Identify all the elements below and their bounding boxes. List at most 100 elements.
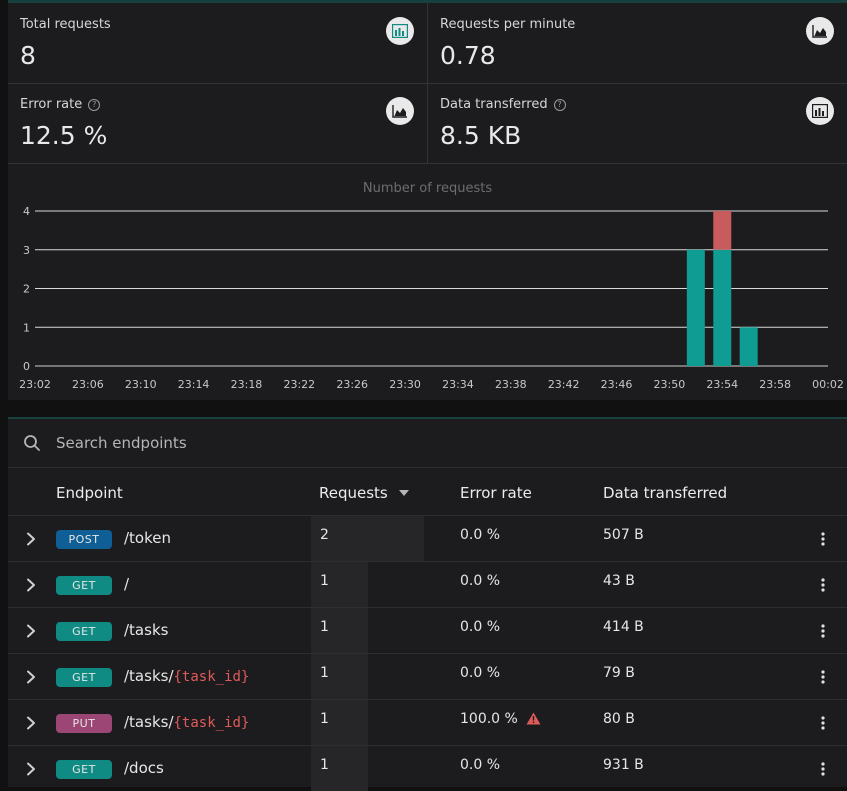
method-badge: GET xyxy=(56,622,112,641)
area-chart-icon[interactable] xyxy=(806,17,834,45)
chevron-right-icon[interactable] xyxy=(26,531,36,550)
method-badge: GET xyxy=(56,760,112,779)
error-rate-cell: 0.0 % xyxy=(460,757,501,773)
x-tick-label: 23:42 xyxy=(548,378,580,391)
more-options-icon[interactable] xyxy=(821,623,825,642)
method-badge: PUT xyxy=(56,714,112,733)
stat-total-requests: Total requests 8 xyxy=(8,3,427,83)
header-data-transferred[interactable]: Data transferred xyxy=(603,484,727,502)
bar-chart-icon[interactable] xyxy=(386,17,414,45)
x-tick-label: 23:30 xyxy=(389,378,421,391)
y-tick-label: 0 xyxy=(23,360,30,373)
stat-error-rate: Error rate? 12.5 % xyxy=(8,83,427,163)
method-badge: GET xyxy=(56,576,112,595)
error-rate-cell: 0.0 % xyxy=(460,527,501,543)
x-tick-label: 23:02 xyxy=(19,378,51,391)
x-tick-label: 23:38 xyxy=(495,378,527,391)
more-options-icon[interactable] xyxy=(821,761,825,780)
chevron-right-icon[interactable] xyxy=(26,715,36,734)
y-tick-label: 2 xyxy=(23,283,30,296)
endpoints-panel: Search endpoints Endpoint Requests Error… xyxy=(8,417,847,791)
data-transferred-cell: 80 B xyxy=(603,711,635,727)
more-options-icon[interactable] xyxy=(821,669,825,688)
data-transferred-cell: 507 B xyxy=(603,527,644,543)
endpoint-path[interactable]: /tasks/{task_id} xyxy=(124,667,249,685)
header-error-rate[interactable]: Error rate xyxy=(460,484,532,502)
data-transferred-cell: 414 B xyxy=(603,619,644,635)
chevron-right-icon[interactable] xyxy=(26,669,36,688)
warning-icon xyxy=(526,712,541,729)
stat-label: Total requests xyxy=(20,17,111,32)
data-transferred-cell: 43 B xyxy=(603,573,635,589)
x-tick-label: 23:54 xyxy=(706,378,738,391)
requests-chart: Number of requests 0 1 2 3 4 23:02 23:06 23:10 2… xyxy=(8,163,847,403)
endpoint-path[interactable]: /token xyxy=(124,529,171,547)
stat-value: 0.78 xyxy=(440,41,496,70)
search-bar[interactable]: Search endpoints xyxy=(8,419,847,467)
requests-count: 1 xyxy=(320,619,329,635)
requests-count: 2 xyxy=(320,527,329,543)
chart-bar xyxy=(713,211,732,250)
x-tick-label: 23:10 xyxy=(125,378,157,391)
table-row[interactable]: PUT/tasks/{task_id} 1 100.0 % 80 B xyxy=(8,699,847,745)
chart-bar xyxy=(686,249,705,366)
search-input[interactable]: Search endpoints xyxy=(56,434,187,452)
stat-requests-per-minute: Requests per minute 0.78 xyxy=(428,3,847,83)
table-header: Endpoint Requests Error rate Data transf… xyxy=(8,467,847,515)
method-badge: POST xyxy=(56,530,112,549)
stat-data-transferred: Data transferred? 8.5 KB xyxy=(428,83,847,163)
method-badge: GET xyxy=(56,668,112,687)
sort-desc-icon xyxy=(398,490,409,496)
more-options-icon[interactable] xyxy=(821,577,825,596)
x-tick-label: 23:18 xyxy=(231,378,263,391)
requests-count: 1 xyxy=(320,711,329,727)
endpoint-path[interactable]: / xyxy=(124,575,129,593)
error-rate-cell: 0.0 % xyxy=(460,665,501,681)
stat-value: 12.5 % xyxy=(20,121,108,150)
stat-label: Requests per minute xyxy=(440,17,576,32)
area-chart-icon[interactable] xyxy=(386,97,414,125)
endpoint-path[interactable]: /tasks xyxy=(124,621,168,639)
y-tick-label: 3 xyxy=(23,244,30,257)
requests-count: 1 xyxy=(320,573,329,589)
stats-panel: Total requests 8 Requests per minute 0.7… xyxy=(8,0,847,400)
more-options-icon[interactable] xyxy=(821,715,825,734)
table-row[interactable]: POST/token 2 0.0 % 507 B xyxy=(8,515,847,561)
header-endpoint[interactable]: Endpoint xyxy=(56,484,123,502)
table-row[interactable]: GET/docs 1 0.0 % 931 B xyxy=(8,745,847,791)
endpoint-path[interactable]: /tasks/{task_id} xyxy=(124,713,249,731)
x-tick-label: 00:02 xyxy=(812,378,844,391)
chevron-right-icon[interactable] xyxy=(26,577,36,596)
x-tick-label: 23:26 xyxy=(336,378,368,391)
divider xyxy=(427,3,428,163)
data-transferred-cell: 931 B xyxy=(603,757,644,773)
y-tick-label: 1 xyxy=(23,321,30,334)
more-options-icon[interactable] xyxy=(821,531,825,550)
x-tick-label: 23:46 xyxy=(601,378,633,391)
bar-chart-icon[interactable] xyxy=(806,97,834,125)
table-row[interactable]: GET / 1 0.0 % 43 B xyxy=(8,561,847,607)
stat-label: Data transferred? xyxy=(440,97,566,112)
endpoint-path[interactable]: /docs xyxy=(124,759,164,777)
chevron-right-icon[interactable] xyxy=(26,623,36,642)
error-rate-cell: 0.0 % xyxy=(460,619,501,635)
chart-canvas: 0 1 2 3 4 23:02 23:06 23:10 23:14 23:18 23:22 23:26… xyxy=(19,205,844,391)
help-icon[interactable]: ? xyxy=(553,99,566,111)
x-tick-label: 23:22 xyxy=(283,378,315,391)
chart-bar xyxy=(739,327,758,366)
stat-value: 8.5 KB xyxy=(440,121,522,150)
requests-count: 1 xyxy=(320,665,329,681)
error-rate-cell: 0.0 % xyxy=(460,573,501,589)
x-tick-label: 23:06 xyxy=(72,378,104,391)
help-icon[interactable]: ? xyxy=(88,99,101,111)
chart-bar xyxy=(713,249,732,366)
y-tick-label: 4 xyxy=(23,205,30,218)
x-tick-label: 23:34 xyxy=(442,378,474,391)
search-icon xyxy=(23,434,41,456)
stat-label: Error rate? xyxy=(20,97,101,112)
table-row[interactable]: GET/tasks 1 0.0 % 414 B xyxy=(8,607,847,653)
table-row[interactable]: GET/tasks/{task_id} 1 0.0 % 79 B xyxy=(8,653,847,699)
chevron-right-icon[interactable] xyxy=(26,761,36,780)
header-requests[interactable]: Requests xyxy=(319,484,409,502)
data-transferred-cell: 79 B xyxy=(603,665,635,681)
